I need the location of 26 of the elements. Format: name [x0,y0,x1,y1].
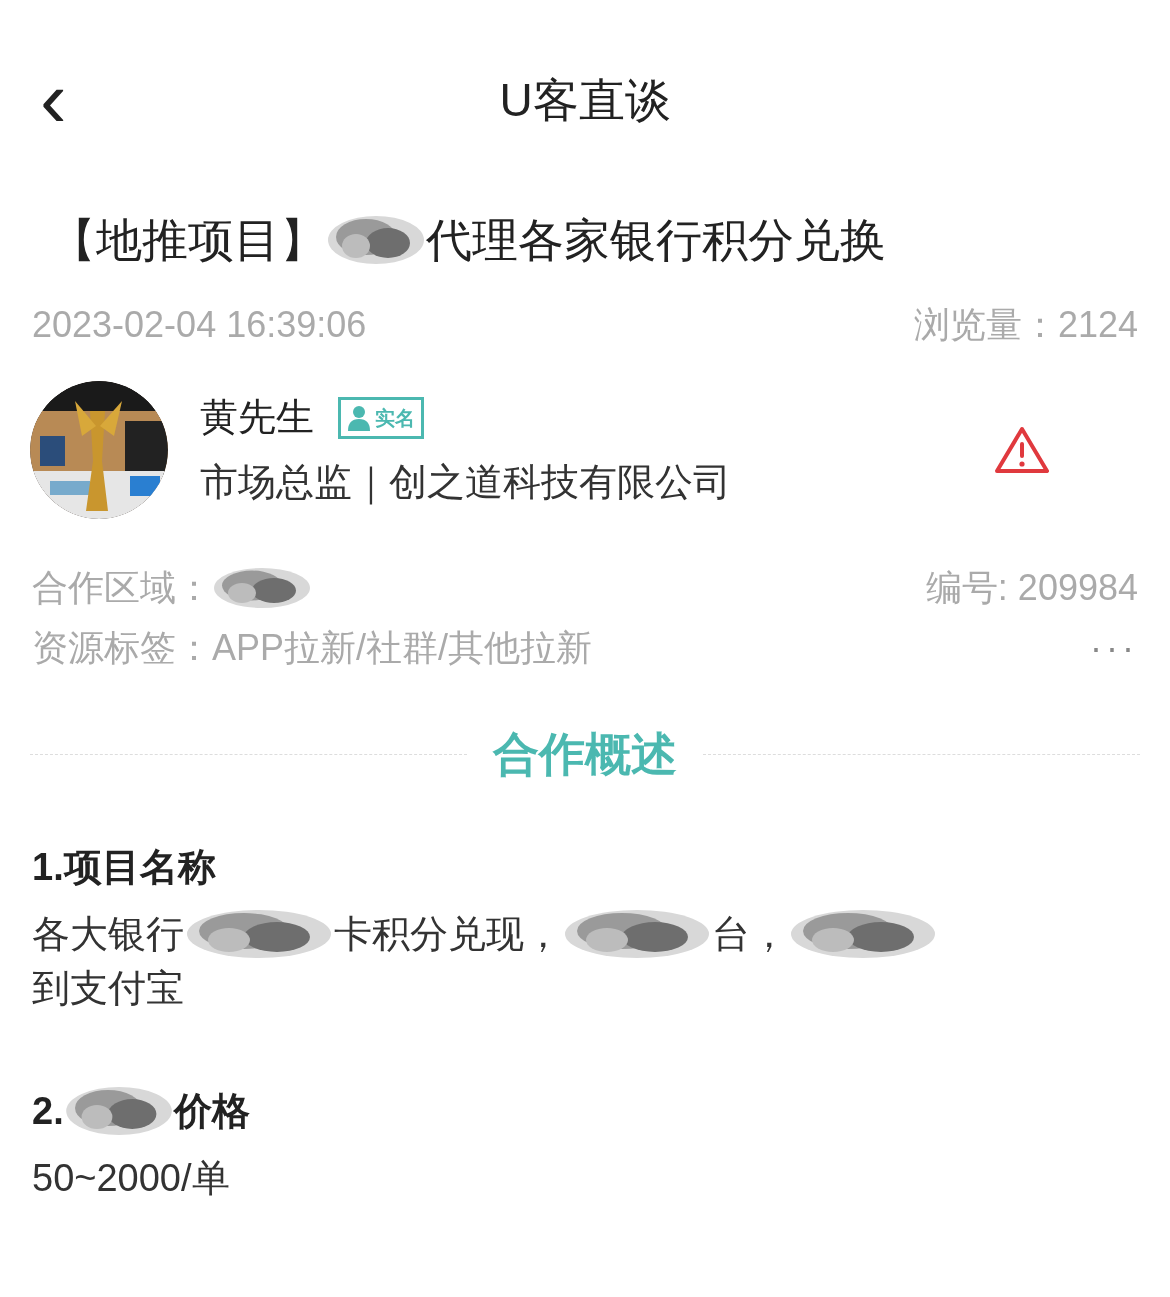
back-button[interactable]: ‹ [40,60,67,140]
region-label: 合作区域： [32,566,212,610]
resource-tags: APP拉新/社群/其他拉新 [212,621,593,675]
item-heading: 2. [32,1088,64,1134]
item-text: 卡积分兑现， [334,911,562,957]
warning-icon[interactable] [994,426,1050,474]
item-text: 台， [712,911,788,957]
item-heading: 价格 [173,1088,250,1134]
views-count: 2124 [1057,303,1138,347]
section-title: 合作概述 [493,727,677,782]
more-button[interactable]: ··· [1090,621,1138,675]
item-text: 各大银行 [32,911,184,957]
post-number: 编号: 209984 [925,566,1138,610]
author-role: 市场总监｜创之道科技有限公司 [200,460,732,507]
tags-label: 资源标签： [32,626,212,670]
views-label: 浏览量： [913,303,1058,347]
post-time: 2023-02-04 16:39:06 [32,303,367,347]
post-title: 代理各家银行积分兑换 [426,212,886,268]
item-text: 到支付宝 [32,965,184,1011]
verified-badge: 实名 [338,396,424,439]
item-text: 50~2000/单 [32,1155,230,1201]
post-title: 【地推项目】 [50,212,326,268]
item-heading: 1.项目名称 [32,844,216,890]
author-name: 黄先生 [200,395,314,440]
person-icon [347,404,371,431]
page-title: U客直谈 [499,72,671,128]
